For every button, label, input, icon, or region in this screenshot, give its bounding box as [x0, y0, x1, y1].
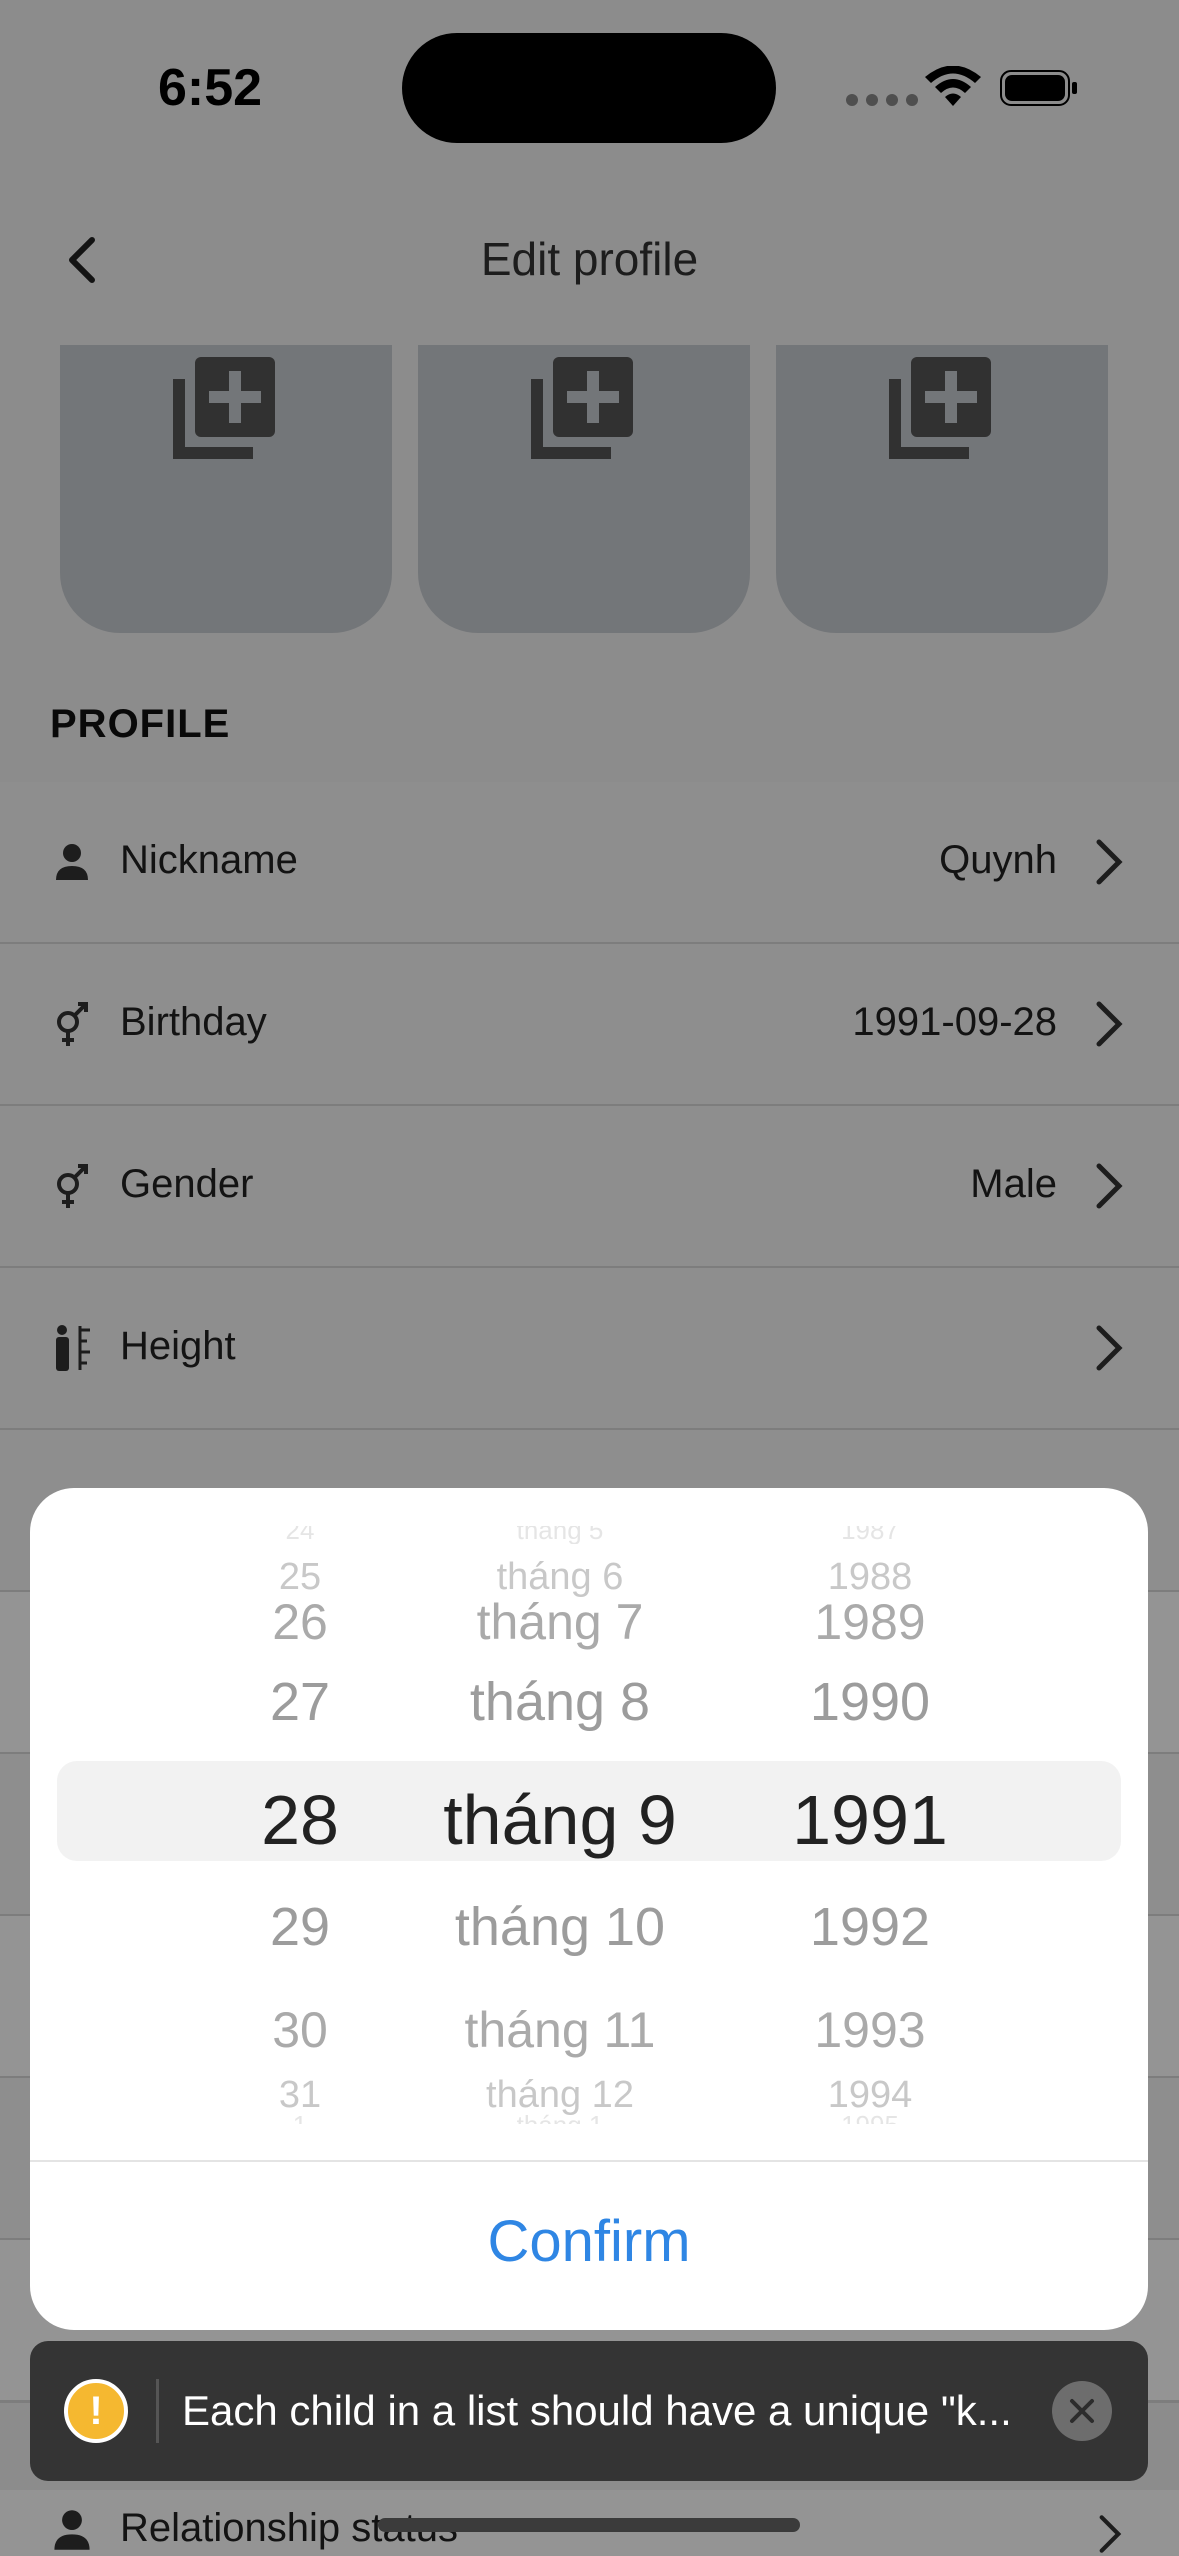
warning-toast[interactable]: ! Each child in a list should have a uni… — [30, 2341, 1148, 2481]
warning-icon: ! — [64, 2379, 128, 2443]
picker-option[interactable]: tháng 7 — [380, 1593, 740, 1651]
picker-option[interactable]: 1987 — [730, 1526, 1010, 1544]
picker-option[interactable]: 24 — [190, 1526, 410, 1544]
close-icon — [1070, 2399, 1094, 2423]
picker-option[interactable]: tháng 11 — [380, 2001, 740, 2059]
date-picker-sheet: 24252627282930311 tháng 5tháng 6tháng 7t… — [30, 1488, 1148, 2330]
picker-option[interactable]: tháng 5 — [380, 1526, 740, 1544]
picker-option[interactable]: 1990 — [730, 1671, 1010, 1733]
picker-option[interactable]: tháng 8 — [380, 1671, 740, 1733]
close-toast-button[interactable] — [1052, 2381, 1112, 2441]
picker-option[interactable]: 30 — [190, 2001, 410, 2059]
picker-option[interactable]: 29 — [190, 1896, 410, 1958]
picker-option[interactable]: tháng 10 — [380, 1896, 740, 1958]
picker-option[interactable]: 28 — [190, 1780, 410, 1860]
picker-option[interactable]: 27 — [190, 1671, 410, 1733]
day-wheel[interactable]: 24252627282930311 — [190, 1488, 410, 2124]
divider — [156, 2379, 159, 2443]
year-wheel[interactable]: 198719881989199019911992199319941995 — [730, 1488, 1010, 2124]
picker-option[interactable]: 1992 — [730, 1896, 1010, 1958]
month-wheel[interactable]: tháng 5 tháng 6 tháng 7 tháng 8 tháng 9 tháng… — [380, 1488, 740, 2124]
home-indicator — [378, 2518, 800, 2532]
picker-option[interactable]: tháng 1 — [380, 2106, 740, 2124]
confirm-button[interactable]: Confirm — [30, 2208, 1148, 2275]
divider — [30, 2160, 1148, 2162]
picker-option[interactable]: 1 — [190, 2106, 410, 2124]
picker-option[interactable]: tháng 9 — [380, 1780, 740, 1860]
edit-profile-screen: 6:52 Edit profile PROFILE Nickname Quynh… — [0, 0, 1179, 2556]
toast-message: Each child in a list should have a uniqu… — [182, 2387, 1012, 2434]
picker-option[interactable]: 1991 — [730, 1780, 1010, 1860]
picker-option[interactable]: 1993 — [730, 2001, 1010, 2059]
picker-option[interactable]: 1995 — [730, 2106, 1010, 2124]
picker-option[interactable]: 26 — [190, 1593, 410, 1651]
picker-option[interactable]: 1989 — [730, 1593, 1010, 1651]
